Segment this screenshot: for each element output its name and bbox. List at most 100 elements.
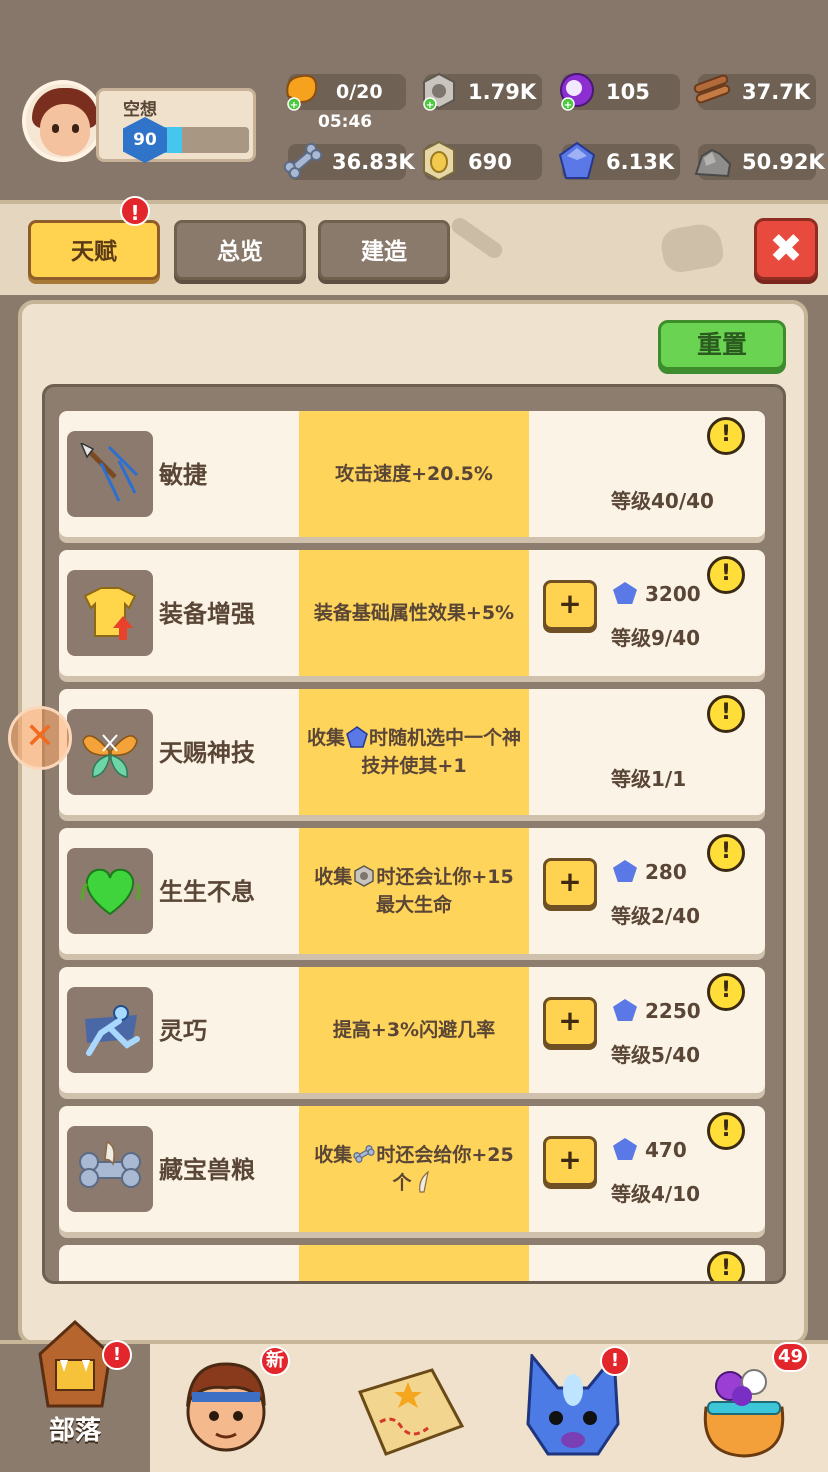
talent-row: 生生不息 收集 时还会让你+15最大生命 + 280 等级2/40 ! [59,828,765,954]
gear-nut-icon [354,865,375,887]
talent-icon-box [67,709,153,795]
upgrade-cost: 3200 [613,582,701,606]
talent-info-button[interactable]: ! [707,973,745,1011]
wood-logs-icon [693,74,731,104]
talent-description: 攻击速度+20.5% [299,411,529,537]
talent-name: 灵巧 [159,1017,207,1045]
upgrade-button[interactable]: + [543,997,597,1047]
player-level-badge: 90 [123,117,167,163]
gear-nut-icon: + [423,72,455,111]
talent-level: 等级40/40 [611,489,714,513]
talent-description: 装备基础属性效果+5% [299,550,529,676]
gem-icon [613,582,637,604]
talent-row-partial: ! [59,1245,765,1281]
talent-name: 天赐神技 [159,739,255,767]
talent-info-button[interactable]: ! [707,417,745,455]
talent-name: 敏捷 [159,461,207,489]
talent-level: 等级9/40 [611,626,701,650]
talent-name: 装备增强 [159,600,255,628]
talent-description: 收集 时还会给你+25个 [299,1106,529,1232]
talent-row: 装备增强 装备基础属性效果+5% + 3200 等级9/40 ! [59,550,765,676]
avatar-eye [72,124,79,133]
close-button[interactable]: ✖ [754,218,818,280]
upgrade-button[interactable]: + [543,580,597,630]
gear-counter[interactable]: + 1.79K [423,72,542,111]
upgrade-button[interactable]: + [543,858,597,908]
gem-counter[interactable]: 6.13K [558,141,680,180]
talent-name: 藏宝兽粮 [159,1156,255,1184]
upgrade-cost-value: 3200 [645,582,701,606]
talent-description: 收集 时随机选中一个神技并使其+1 [299,689,529,815]
talent-description-text: 提高+3%闪避几率 [332,1019,496,1041]
orb-counter[interactable]: + 105 [560,73,680,111]
talent-description-pre: 收集 [306,727,345,749]
player-avatar[interactable] [22,80,104,162]
bag-icon [703,1369,785,1458]
energy-value: 0/20 [336,81,383,103]
energy-counter[interactable]: + 0/20 [286,74,406,111]
svg-text:+: + [290,100,298,111]
bottom-nav: 部落 ! 新 ! 49 [0,1320,828,1472]
floating-orb-button[interactable]: ✕ [8,706,72,770]
talent-icon-box [67,431,153,517]
gem-icon [613,1138,637,1160]
tab-talent[interactable]: 天赋 [28,220,160,280]
talent-info-button[interactable]: ! [707,1112,745,1150]
purple-orb-icon: + [560,73,594,111]
talent-description: 收集 时还会让你+15最大生命 [299,828,529,954]
nav-hero[interactable]: 新 [168,1344,318,1472]
tab-build-label: 建造 [361,239,407,265]
gem-icon [613,860,637,882]
map-icon [357,1368,465,1456]
talent-name: 生生不息 [159,878,255,906]
tab-overview[interactable]: 总览 [174,220,306,280]
talent-info-button[interactable]: ! [707,695,745,733]
stone-counter[interactable]: 50.92K [694,144,825,180]
bone-icon [353,1145,375,1163]
xp-bar [153,127,249,153]
gear-value: 1.79K [468,80,537,104]
nav-tribe[interactable]: 部落 ! [0,1320,150,1472]
talent-icon-box [67,987,153,1073]
nav-hero-badge: 新 [260,1346,290,1376]
egg-value: 690 [468,150,512,174]
talent-list-frame: 敏捷 攻击速度+20.5% 等级40/40 ! 装备增强 装备基础属性效果+5%… [42,384,786,1284]
reset-button[interactable]: 重置 [658,320,786,370]
blue-gem-icon [558,141,596,179]
top-status-bar: 空想 90 + 0/20 05:46 + 1.79K + 105 37.7K 3… [0,0,828,200]
bone-icon [283,142,323,180]
golden-egg-icon [423,140,455,182]
nav-pet[interactable]: ! [508,1344,658,1472]
talent-level: 等级4/10 [611,1182,701,1206]
talent-description-post: 时还会给你+25个 [376,1144,514,1194]
wood-counter[interactable]: 37.7K [693,74,816,110]
gem-icon [346,726,368,748]
upgrade-cost-value: 470 [645,1138,687,1162]
tab-build[interactable]: 建造 [318,220,450,280]
nav-bag[interactable]: 49 [676,1342,826,1472]
talent-info-button[interactable]: ! [707,556,745,594]
talent-info-button[interactable]: ! [707,1251,745,1281]
wings-icon [82,734,138,778]
upgrade-button[interactable]: + [543,1136,597,1186]
talent-description [299,1245,529,1281]
bone-counter[interactable]: 36.83K [283,142,415,180]
bone-value: 36.83K [332,150,415,174]
talent-icon-box [67,1126,153,1212]
nav-map[interactable] [340,1344,490,1472]
talent-icon-box [67,570,153,656]
tab-overview-label: 总览 [217,239,263,265]
talent-row: 灵巧 提高+3%闪避几率 + 2250 等级5/40 ! [59,967,765,1093]
stone-value: 50.92K [742,150,825,174]
nav-bag-badge: 49 [772,1342,810,1372]
egg-counter[interactable]: 690 [423,140,542,182]
talent-description-post: 时还会让你+15最大生命 [375,866,514,916]
talent-info-button[interactable]: ! [707,834,745,872]
stone-icon [694,148,732,178]
svg-text:+: + [426,100,434,111]
decorative-paw-print [658,221,726,275]
talent-row: 藏宝兽粮 收集 时还会给你+25个 + 470 等级4/10 ! [59,1106,765,1232]
decorative-bone [448,214,506,262]
nav-pet-badge: ! [600,1346,630,1376]
claw-icon [418,1170,429,1193]
